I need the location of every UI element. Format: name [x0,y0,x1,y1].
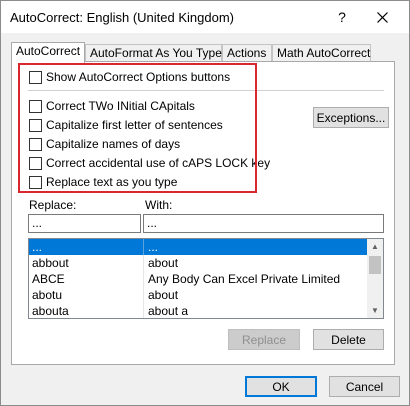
list-item[interactable]: abbout about [29,255,367,271]
autocorrect-dialog: AutoCorrect: English (United Kingdom) ? … [0,0,410,406]
chevron-up-icon: ▲ [371,242,379,251]
cancel-button[interactable]: Cancel [329,376,400,397]
options-separator [28,90,384,91]
window-title: AutoCorrect: English (United Kingdom) [10,10,234,25]
list-item[interactable]: ABCE Any Body Can Excel Private Limited [29,271,367,287]
replace-text-as-you-type-checkbox[interactable]: Replace text as you type [29,174,177,190]
ok-button[interactable]: OK [245,376,317,397]
checkbox-label: Correct TWo INitial CApitals [46,99,195,113]
checkbox-label: Capitalize first letter of sentences [46,118,223,132]
autocorrect-entries-list[interactable]: ... ... abbout about ABCE Any Body Can E… [28,238,384,319]
replace-label: Replace: [29,198,77,212]
replace-button[interactable]: Replace [228,329,300,350]
correct-caps-lock-checkbox[interactable]: Correct accidental use of cAPS LOCK key [29,155,270,171]
list-item[interactable]: abotu about [29,287,367,303]
scroll-up-button[interactable]: ▲ [367,239,383,254]
checkbox-box[interactable] [29,137,42,151]
with-label: With: [145,198,173,212]
tab-actions[interactable]: Actions [222,44,272,61]
with-input[interactable]: ... [143,214,384,233]
tab-autoformat-as-you-type[interactable]: AutoFormat As You Type [85,44,222,61]
replace-input[interactable]: ... [28,214,141,233]
close-button[interactable] [365,3,399,31]
checkbox-box[interactable] [29,118,42,132]
exceptions-button[interactable]: Exceptions... [313,107,389,128]
tab-math-autocorrect[interactable]: Math AutoCorrect [272,44,371,61]
chevron-down-icon: ▼ [371,306,379,315]
checkbox-box[interactable] [29,175,42,189]
checkbox-box[interactable] [29,70,42,84]
title-bar: AutoCorrect: English (United Kingdom) ? [1,1,409,33]
capitalize-first-letter-checkbox[interactable]: Capitalize first letter of sentences [29,117,223,133]
capitalize-names-of-days-checkbox[interactable]: Capitalize names of days [29,136,180,152]
show-autocorrect-options-checkbox[interactable]: Show AutoCorrect Options buttons [29,69,230,85]
list-item[interactable]: abouta about a [29,303,367,318]
checkbox-label: Replace text as you type [46,175,178,189]
help-button[interactable]: ? [325,3,359,31]
checkbox-label: Show AutoCorrect Options buttons [46,70,231,84]
close-icon [376,11,388,23]
correct-two-initial-capitals-checkbox[interactable]: Correct TWo INitial CApitals [29,98,195,114]
list-scrollbar[interactable]: ▲ ▼ [367,239,383,318]
scroll-down-button[interactable]: ▼ [367,303,383,318]
checkbox-box[interactable] [29,99,42,113]
checkbox-box[interactable] [29,156,42,170]
help-icon: ? [338,9,346,25]
checkbox-label: Capitalize names of days [46,137,181,151]
checkbox-label: Correct accidental use of cAPS LOCK key [46,156,271,170]
scrollbar-thumb[interactable] [369,256,381,274]
list-item[interactable]: ... ... [29,239,367,255]
tab-autocorrect[interactable]: AutoCorrect [11,42,85,63]
delete-button[interactable]: Delete [313,329,384,350]
